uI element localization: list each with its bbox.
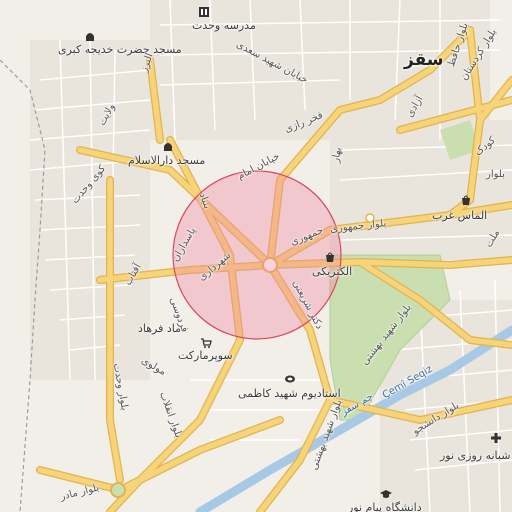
poi-supermarket[interactable]: سوپرمارکت bbox=[178, 350, 233, 361]
map-view[interactable]: سقز مدرسه وحدت مسجد حضرت خدیجه کبری مسجد… bbox=[0, 0, 512, 512]
poi-university[interactable]: دانشگاه پیام نور bbox=[348, 502, 422, 512]
mosque-icon bbox=[84, 30, 96, 42]
school-icon bbox=[198, 6, 210, 18]
poi-stadium[interactable]: استادیوم شهید کاظمی bbox=[238, 388, 341, 399]
map-canvas[interactable] bbox=[0, 0, 512, 512]
poi-pharmacy[interactable]: شبانه روزی نور bbox=[440, 450, 510, 461]
street-label: بلوار bbox=[486, 169, 505, 180]
mosque-icon bbox=[162, 140, 174, 152]
city-label: سقز bbox=[404, 50, 444, 70]
cart-icon bbox=[200, 337, 212, 349]
poi-mosque-daralislam[interactable]: مسجد دارالاسلام bbox=[128, 155, 205, 166]
shop-icon bbox=[460, 194, 472, 206]
roundabout-south bbox=[110, 482, 126, 498]
stadium-icon bbox=[284, 372, 296, 384]
poi-mad-farhad[interactable]: ماد فرهاد bbox=[138, 323, 181, 334]
poi-almas-gharb[interactable]: الماس غرب bbox=[432, 210, 487, 221]
poi-electrici[interactable]: الکتریکی bbox=[312, 266, 352, 277]
poi-school-wahdat[interactable]: مدرسه وحدت bbox=[192, 20, 256, 31]
pharmacy-icon bbox=[490, 432, 502, 444]
poi-mosque-khadijeh[interactable]: مسجد حضرت خدیجه کبری bbox=[58, 44, 182, 55]
shop-icon bbox=[324, 251, 336, 263]
university-icon bbox=[380, 488, 392, 500]
